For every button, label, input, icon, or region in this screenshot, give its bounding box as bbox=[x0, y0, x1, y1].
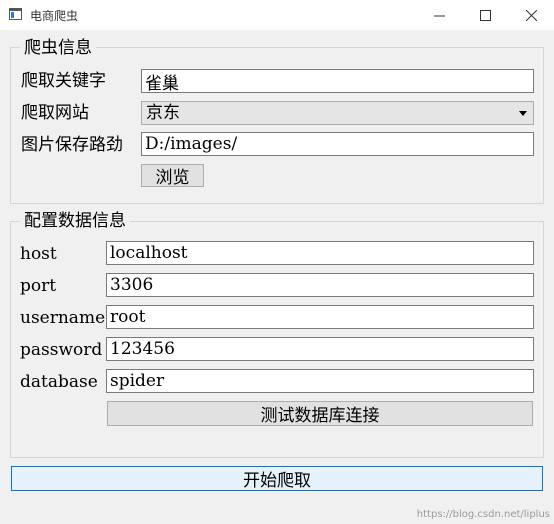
minimize-button[interactable] bbox=[416, 0, 462, 30]
port-input[interactable] bbox=[106, 273, 534, 297]
keyword-input[interactable] bbox=[141, 69, 534, 93]
watermark: https://blog.csdn.net/liplus bbox=[416, 509, 550, 520]
chevron-down-icon bbox=[519, 111, 527, 116]
maximize-button[interactable] bbox=[462, 0, 508, 30]
host-input[interactable] bbox=[106, 241, 534, 265]
password-input[interactable] bbox=[106, 337, 534, 361]
app-window-icon bbox=[9, 8, 22, 20]
password-label: password bbox=[20, 340, 103, 360]
port-label: port bbox=[20, 276, 57, 296]
database-label: database bbox=[20, 372, 98, 392]
username-input[interactable] bbox=[106, 305, 534, 329]
maximize-icon bbox=[479, 9, 491, 21]
close-button[interactable] bbox=[508, 0, 554, 30]
username-label: username bbox=[20, 308, 106, 328]
start-crawl-button[interactable]: 开始爬取 bbox=[11, 466, 543, 491]
site-select-value: 京东 bbox=[146, 103, 180, 123]
browse-button[interactable]: 浏览 bbox=[141, 164, 204, 188]
crawler-info-group-title: 爬虫信息 bbox=[20, 38, 96, 58]
image-path-input[interactable] bbox=[141, 132, 534, 156]
test-db-connection-button[interactable]: 测试数据库连接 bbox=[107, 401, 533, 426]
host-label: host bbox=[20, 244, 57, 264]
db-config-group-title: 配置数据信息 bbox=[20, 211, 130, 231]
close-icon bbox=[525, 9, 537, 21]
title-bar: 电商爬虫 bbox=[0, 0, 554, 30]
site-label: 爬取网站 bbox=[21, 103, 89, 123]
window-title: 电商爬虫 bbox=[30, 9, 79, 23]
keyword-label: 爬取关键字 bbox=[21, 71, 106, 91]
minimize-icon bbox=[433, 15, 445, 16]
database-input[interactable] bbox=[106, 369, 534, 393]
site-select[interactable]: 京东 bbox=[141, 101, 534, 125]
image-path-label: 图片保存路劲 bbox=[21, 135, 123, 155]
